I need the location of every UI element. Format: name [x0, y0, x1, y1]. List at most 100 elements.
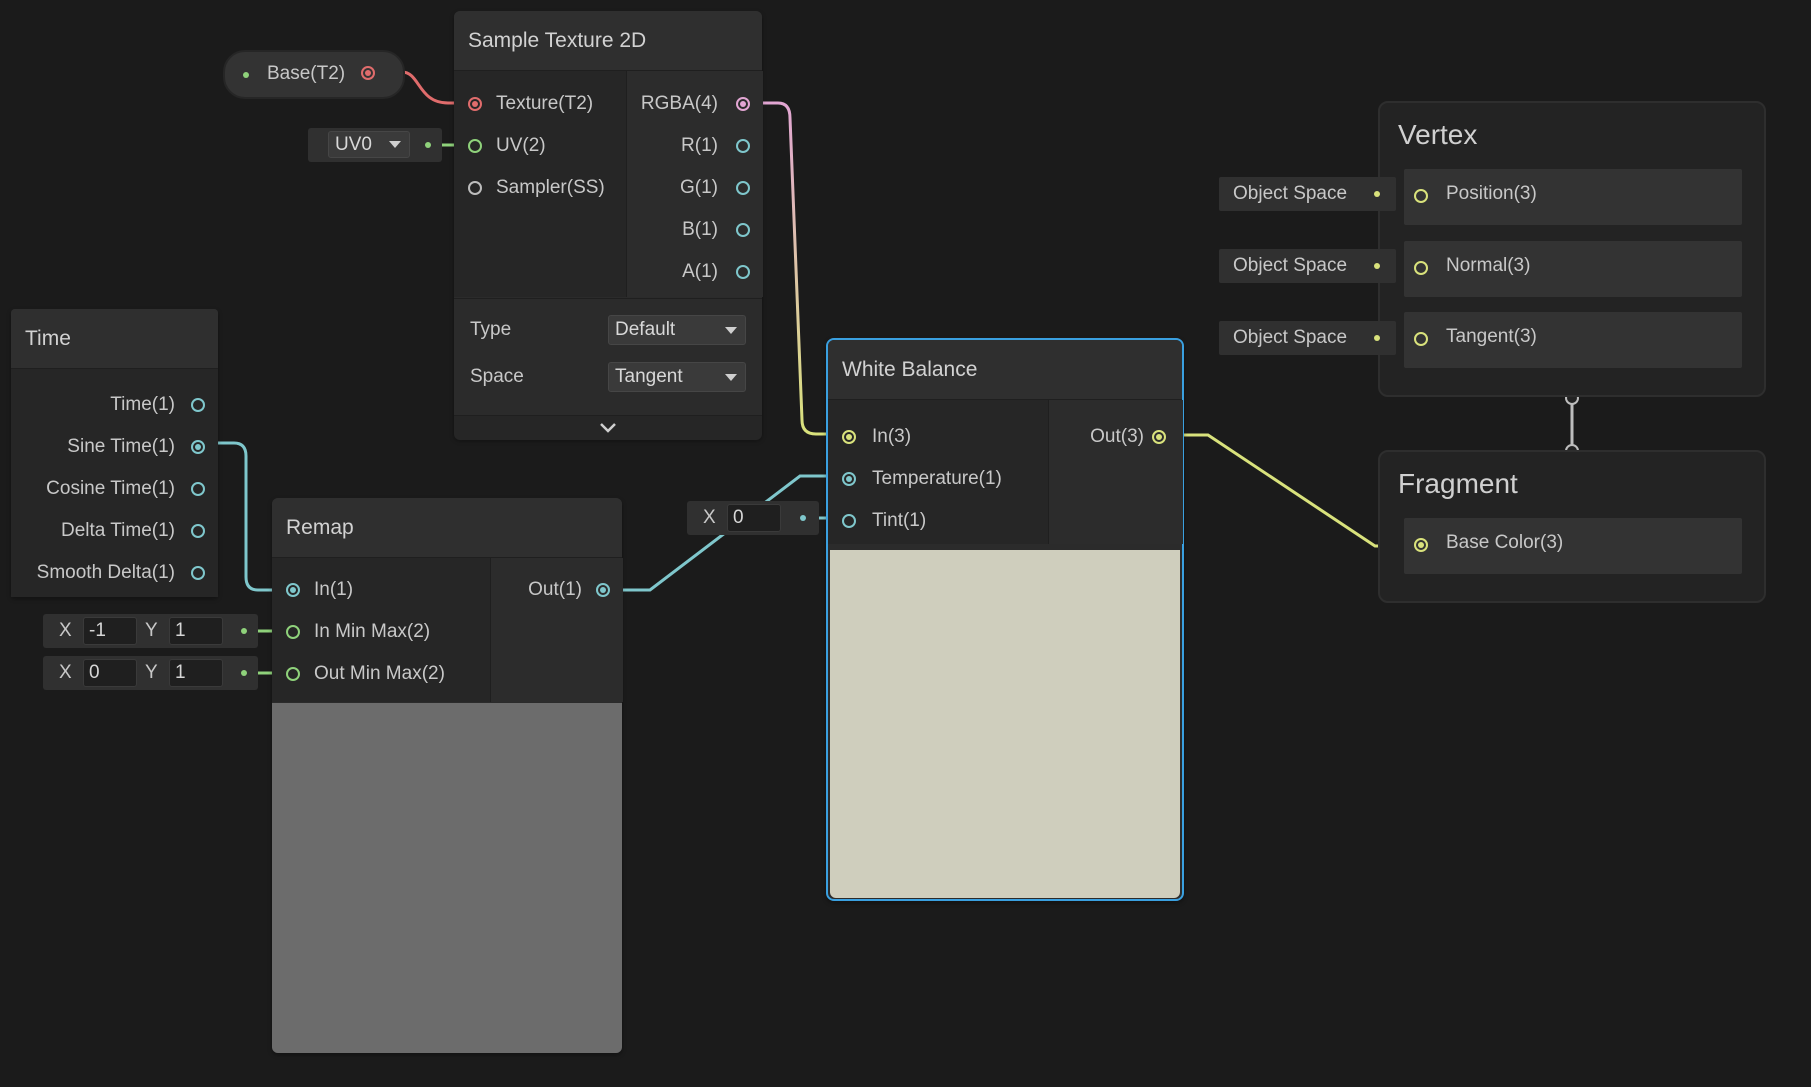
port-label: B(1)	[682, 219, 718, 240]
type-dropdown[interactable]: Default	[608, 315, 746, 345]
white-balance-node[interactable]: White Balance In(3) Temperature(1) Tint(…	[826, 338, 1184, 901]
sample-texture-node[interactable]: Sample Texture 2D Texture(T2) UV(2) Samp…	[454, 11, 763, 440]
block-base-color[interactable]: Base Color(3)	[1404, 518, 1742, 574]
y-input[interactable]: 1	[169, 617, 223, 645]
port-dot	[1414, 261, 1428, 275]
uv-field-dot	[425, 142, 431, 148]
property-node-base[interactable]: Base(T2)	[223, 50, 405, 99]
port-uv[interactable]: UV(2)	[454, 131, 626, 161]
chevron-down-icon	[725, 327, 737, 334]
position-space-field[interactable]: Object Space	[1219, 177, 1396, 211]
port-dot	[286, 583, 300, 597]
block-tangent[interactable]: Tangent(3)	[1404, 312, 1742, 368]
fragment-stack[interactable]: Fragment Base Color(3)	[1378, 450, 1766, 603]
port-dot	[842, 472, 856, 486]
port-dot	[191, 566, 205, 580]
port-label: G(1)	[680, 177, 718, 198]
port-out[interactable]: Out(1)	[490, 575, 622, 605]
port-dot	[1414, 538, 1428, 552]
port-label: Sampler(SS)	[496, 177, 605, 198]
x-input[interactable]: 0	[727, 504, 781, 532]
tint-inline-field[interactable]: X 0	[687, 501, 819, 535]
space-label: Space	[470, 366, 524, 387]
port-temperature[interactable]: Temperature(1)	[828, 464, 1048, 494]
port-dot	[842, 430, 856, 444]
port-in-min-max[interactable]: In Min Max(2)	[272, 617, 490, 647]
port-label: Sine Time(1)	[67, 436, 175, 457]
port-label: R(1)	[681, 135, 718, 156]
property-dot	[243, 72, 249, 78]
field-dot	[1374, 335, 1380, 341]
space-value: Tangent	[615, 366, 683, 387]
block-normal[interactable]: Normal(3)	[1404, 241, 1742, 297]
port-label: In(3)	[872, 426, 912, 447]
port-in[interactable]: In(3)	[828, 422, 1048, 452]
port-cosine-time[interactable]: Cosine Time(1)	[11, 474, 218, 504]
port-rgba[interactable]: RGBA(4)	[626, 89, 762, 119]
port-label: Texture(T2)	[496, 93, 594, 114]
in-min-max-field[interactable]: X -1 Y 1	[43, 614, 258, 648]
port-sine-time[interactable]: Sine Time(1)	[11, 432, 218, 462]
out-min-max-field[interactable]: X 0 Y 1	[43, 656, 258, 690]
port-tint[interactable]: Tint(1)	[828, 506, 1048, 536]
port-dot	[468, 181, 482, 195]
port-g[interactable]: G(1)	[626, 173, 762, 203]
tangent-space-field[interactable]: Object Space	[1219, 321, 1396, 355]
chevron-down-icon	[389, 141, 401, 148]
port-dot	[468, 97, 482, 111]
node-title: White Balance	[828, 340, 1182, 400]
y-label: Y	[145, 662, 158, 683]
port-label: Out Min Max(2)	[314, 663, 445, 684]
port-a[interactable]: A(1)	[626, 257, 762, 287]
field-dot	[800, 515, 806, 521]
port-dot	[1414, 332, 1428, 346]
remap-node[interactable]: Remap In(1) In Min Max(2) Out Min Max(2)…	[272, 498, 623, 1053]
chevron-down-icon	[600, 423, 616, 433]
port-label: UV(2)	[496, 135, 546, 156]
uv-dropdown[interactable]: UV0	[328, 131, 410, 158]
port-smooth-delta[interactable]: Smooth Delta(1)	[11, 558, 218, 588]
port-label: In(1)	[314, 579, 354, 600]
port-in[interactable]: In(1)	[272, 575, 490, 605]
space-value: Object Space	[1233, 327, 1348, 348]
property-output-port[interactable]	[361, 66, 375, 80]
normal-space-field[interactable]: Object Space	[1219, 249, 1396, 283]
type-value: Default	[615, 319, 676, 340]
collapse-toggle[interactable]	[454, 415, 762, 440]
port-label: RGBA(4)	[640, 93, 718, 114]
port-dot	[736, 181, 750, 195]
port-dot	[1152, 430, 1166, 444]
port-sampler[interactable]: Sampler(SS)	[454, 173, 626, 203]
block-position[interactable]: Position(3)	[1404, 169, 1742, 225]
preview-area	[830, 550, 1180, 898]
port-time[interactable]: Time(1)	[11, 390, 218, 420]
port-dot	[191, 524, 205, 538]
port-dot	[468, 139, 482, 153]
port-dot	[191, 482, 205, 496]
port-delta-time[interactable]: Delta Time(1)	[11, 516, 218, 546]
port-dot	[191, 398, 205, 412]
y-input[interactable]: 1	[169, 659, 223, 687]
port-dot	[1414, 189, 1428, 203]
node-title: Remap	[272, 498, 622, 558]
x-label: X	[703, 507, 716, 528]
fragment-title: Fragment	[1398, 468, 1518, 499]
uv-inline-field[interactable]: UV0	[308, 128, 442, 162]
port-out-min-max[interactable]: Out Min Max(2)	[272, 659, 490, 689]
field-dot	[241, 670, 247, 676]
chevron-down-icon	[725, 374, 737, 381]
x-input[interactable]: 0	[83, 659, 137, 687]
vertex-stack[interactable]: Vertex Position(3) Normal(3) Tangent(3)	[1378, 101, 1766, 397]
port-out[interactable]: Out(3)	[1048, 422, 1182, 452]
property-label: Base(T2)	[267, 63, 346, 84]
port-r[interactable]: R(1)	[626, 131, 762, 161]
x-input[interactable]: -1	[83, 617, 137, 645]
vertex-title: Vertex	[1398, 119, 1478, 150]
port-dot	[286, 625, 300, 639]
port-b[interactable]: B(1)	[626, 215, 762, 245]
block-label: Normal(3)	[1446, 255, 1531, 276]
space-dropdown[interactable]: Tangent	[608, 362, 746, 392]
port-label: Delta Time(1)	[60, 520, 175, 541]
time-node[interactable]: Time Time(1) Sine Time(1) Cosine Time(1)…	[11, 309, 218, 597]
port-texture[interactable]: Texture(T2)	[454, 89, 626, 119]
